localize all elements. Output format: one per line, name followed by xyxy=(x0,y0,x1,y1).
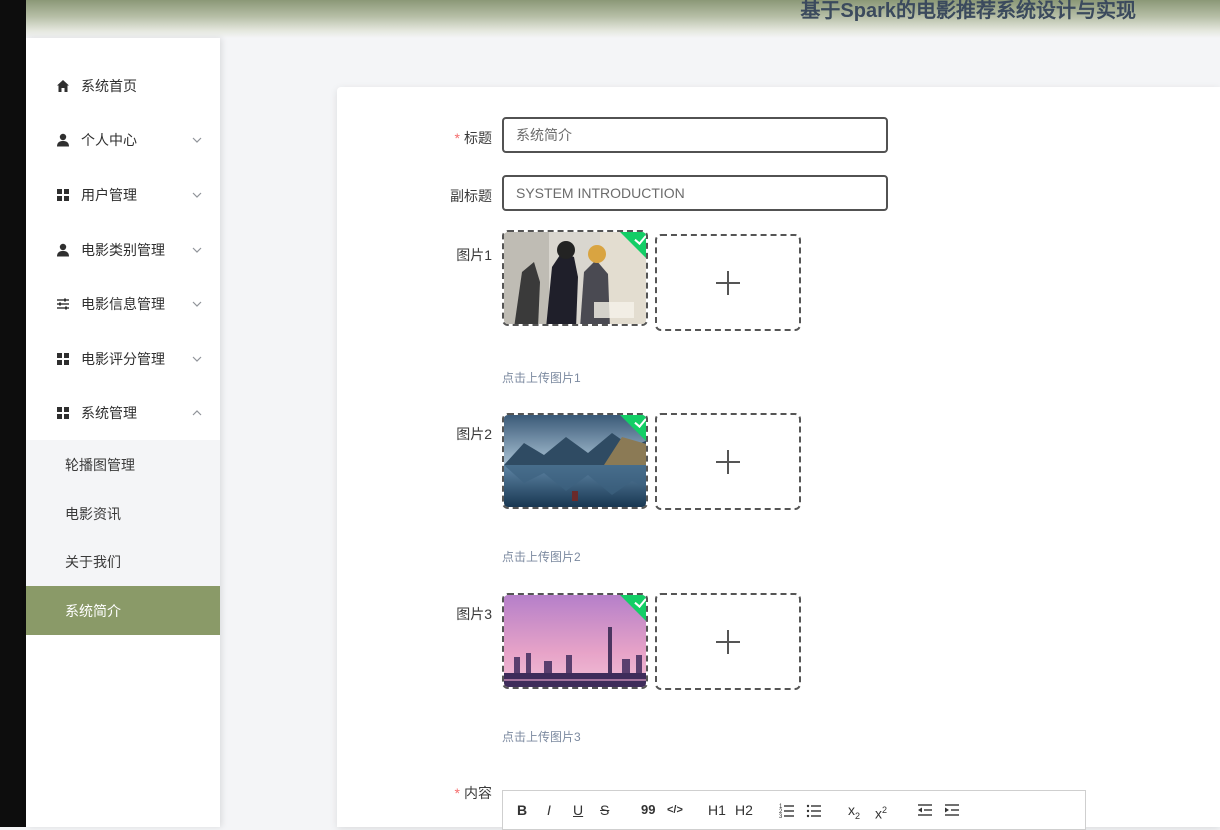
image2-thumbnail[interactable] xyxy=(502,413,648,509)
sidebar-item-home[interactable]: 系统首页 xyxy=(26,59,220,113)
grid-icon xyxy=(57,189,69,201)
sidebar-item-label: 电影信息管理 xyxy=(81,296,165,312)
subtitle-input[interactable]: SYSTEM INTRODUCTION xyxy=(502,175,888,211)
chevron-down-icon xyxy=(192,301,202,307)
top-header: 基于Spark的电影推荐系统设计与实现 xyxy=(26,0,1220,38)
heading1-button[interactable]: H1 xyxy=(708,800,726,820)
submenu-item-label: 电影资讯 xyxy=(65,505,121,522)
outdent-icon[interactable] xyxy=(917,800,933,820)
ordered-list-icon[interactable]: 123 xyxy=(779,800,795,820)
rich-text-editor[interactable]: B I U S 99 </> H1 H2 123 x2 x2 xyxy=(502,790,1086,830)
plus-icon xyxy=(716,449,740,474)
submenu-item-movie-news[interactable]: 电影资讯 xyxy=(26,489,220,538)
sidebar-item-user-management[interactable]: 用户管理 xyxy=(26,168,220,222)
image1-label: 图片1 xyxy=(456,247,492,263)
sidebar-item-system-management[interactable]: 系统管理 xyxy=(26,386,220,440)
grid-icon xyxy=(57,353,69,365)
upload-success-badge xyxy=(619,232,646,259)
underline-button[interactable]: U xyxy=(573,800,583,820)
sidebar-item-label: 系统管理 xyxy=(81,405,137,421)
plus-icon xyxy=(716,270,740,295)
sidebar-item-label: 电影评分管理 xyxy=(81,351,165,367)
image1-upload-button[interactable] xyxy=(655,234,801,331)
sidebar-item-label: 电影类别管理 xyxy=(81,242,165,258)
chevron-down-icon xyxy=(192,247,202,253)
submenu-item-carousel[interactable]: 轮播图管理 xyxy=(26,440,220,489)
sidebar-item-label: 系统首页 xyxy=(81,78,137,94)
plus-icon xyxy=(716,629,740,654)
chevron-up-icon xyxy=(192,410,202,416)
grid-icon xyxy=(57,407,69,419)
superscript-digit: 2 xyxy=(882,805,888,815)
italic-button[interactable]: I xyxy=(547,800,551,820)
form-card: * 标题 系统简介 副标题 SYSTEM INTRODUCTION 图片1 点击上… xyxy=(337,87,1220,830)
image3-upload-tip: 点击上传图片3 xyxy=(502,730,581,744)
home-icon xyxy=(57,80,69,92)
window-left-edge xyxy=(0,0,26,827)
image3-label: 图片3 xyxy=(456,606,492,622)
sidebar-item-label: 个人中心 xyxy=(81,132,137,148)
upload-success-badge xyxy=(619,595,646,622)
image1-upload-tip: 点击上传图片1 xyxy=(502,371,581,385)
blockquote-button[interactable]: 99 xyxy=(641,800,655,820)
indent-icon[interactable] xyxy=(944,800,960,820)
submenu-item-label: 系统简介 xyxy=(65,602,121,619)
sidebar-item-movie-category[interactable]: 电影类别管理 xyxy=(26,223,220,277)
required-mark: * xyxy=(454,785,460,801)
sidebar-item-label: 用户管理 xyxy=(81,187,137,203)
submenu-item-label: 关于我们 xyxy=(65,553,121,570)
subtitle-input-value: SYSTEM INTRODUCTION xyxy=(516,185,685,201)
user-icon xyxy=(57,243,69,257)
image3-thumbnail[interactable] xyxy=(502,593,648,689)
submenu-item-about-us[interactable]: 关于我们 xyxy=(26,537,220,586)
subtitle-label: 副标题 xyxy=(450,188,492,204)
svg-text:3: 3 xyxy=(779,814,783,820)
title-input[interactable]: 系统简介 xyxy=(502,117,888,153)
code-block-button[interactable]: </> xyxy=(667,800,683,820)
bullet-list-icon[interactable] xyxy=(806,800,822,820)
superscript-button[interactable]: x2 xyxy=(875,800,888,822)
image1-thumbnail[interactable] xyxy=(502,230,648,326)
strike-button[interactable]: S xyxy=(600,800,609,820)
sliders-icon xyxy=(57,298,69,310)
title-input-value: 系统简介 xyxy=(516,127,572,143)
system-management-submenu: 轮播图管理 电影资讯 关于我们 系统简介 xyxy=(26,440,220,635)
subscript-digit: 2 xyxy=(855,810,861,821)
image2-upload-button[interactable] xyxy=(655,413,801,510)
chevron-down-icon xyxy=(192,137,202,143)
sidebar-item-movie-info[interactable]: 电影信息管理 xyxy=(26,277,220,331)
subscript-button[interactable]: x2 xyxy=(848,800,861,821)
submenu-item-system-intro[interactable]: 系统简介 xyxy=(26,586,220,635)
submenu-item-label: 轮播图管理 xyxy=(65,456,135,473)
bold-button[interactable]: B xyxy=(517,800,527,820)
sidebar-item-movie-rating[interactable]: 电影评分管理 xyxy=(26,332,220,386)
sidebar-item-personal-center[interactable]: 个人中心 xyxy=(26,113,220,167)
title-label: * 标题 xyxy=(454,130,492,146)
chevron-down-icon xyxy=(192,356,202,362)
image3-upload-button[interactable] xyxy=(655,593,801,690)
app-title: 基于Spark的电影推荐系统设计与实现 xyxy=(800,0,1136,22)
user-icon xyxy=(57,133,69,147)
sidebar: 系统首页 个人中心 用户管理 电影类别管理 电影信息管理 电影评分管理 系统管理… xyxy=(26,38,220,827)
upload-success-badge xyxy=(619,415,646,442)
content-label: * 内容 xyxy=(454,785,492,801)
image2-upload-tip: 点击上传图片2 xyxy=(502,550,581,564)
chevron-down-icon xyxy=(192,192,202,198)
heading2-button[interactable]: H2 xyxy=(735,800,753,820)
required-mark: * xyxy=(454,130,460,146)
image2-label: 图片2 xyxy=(456,426,492,442)
